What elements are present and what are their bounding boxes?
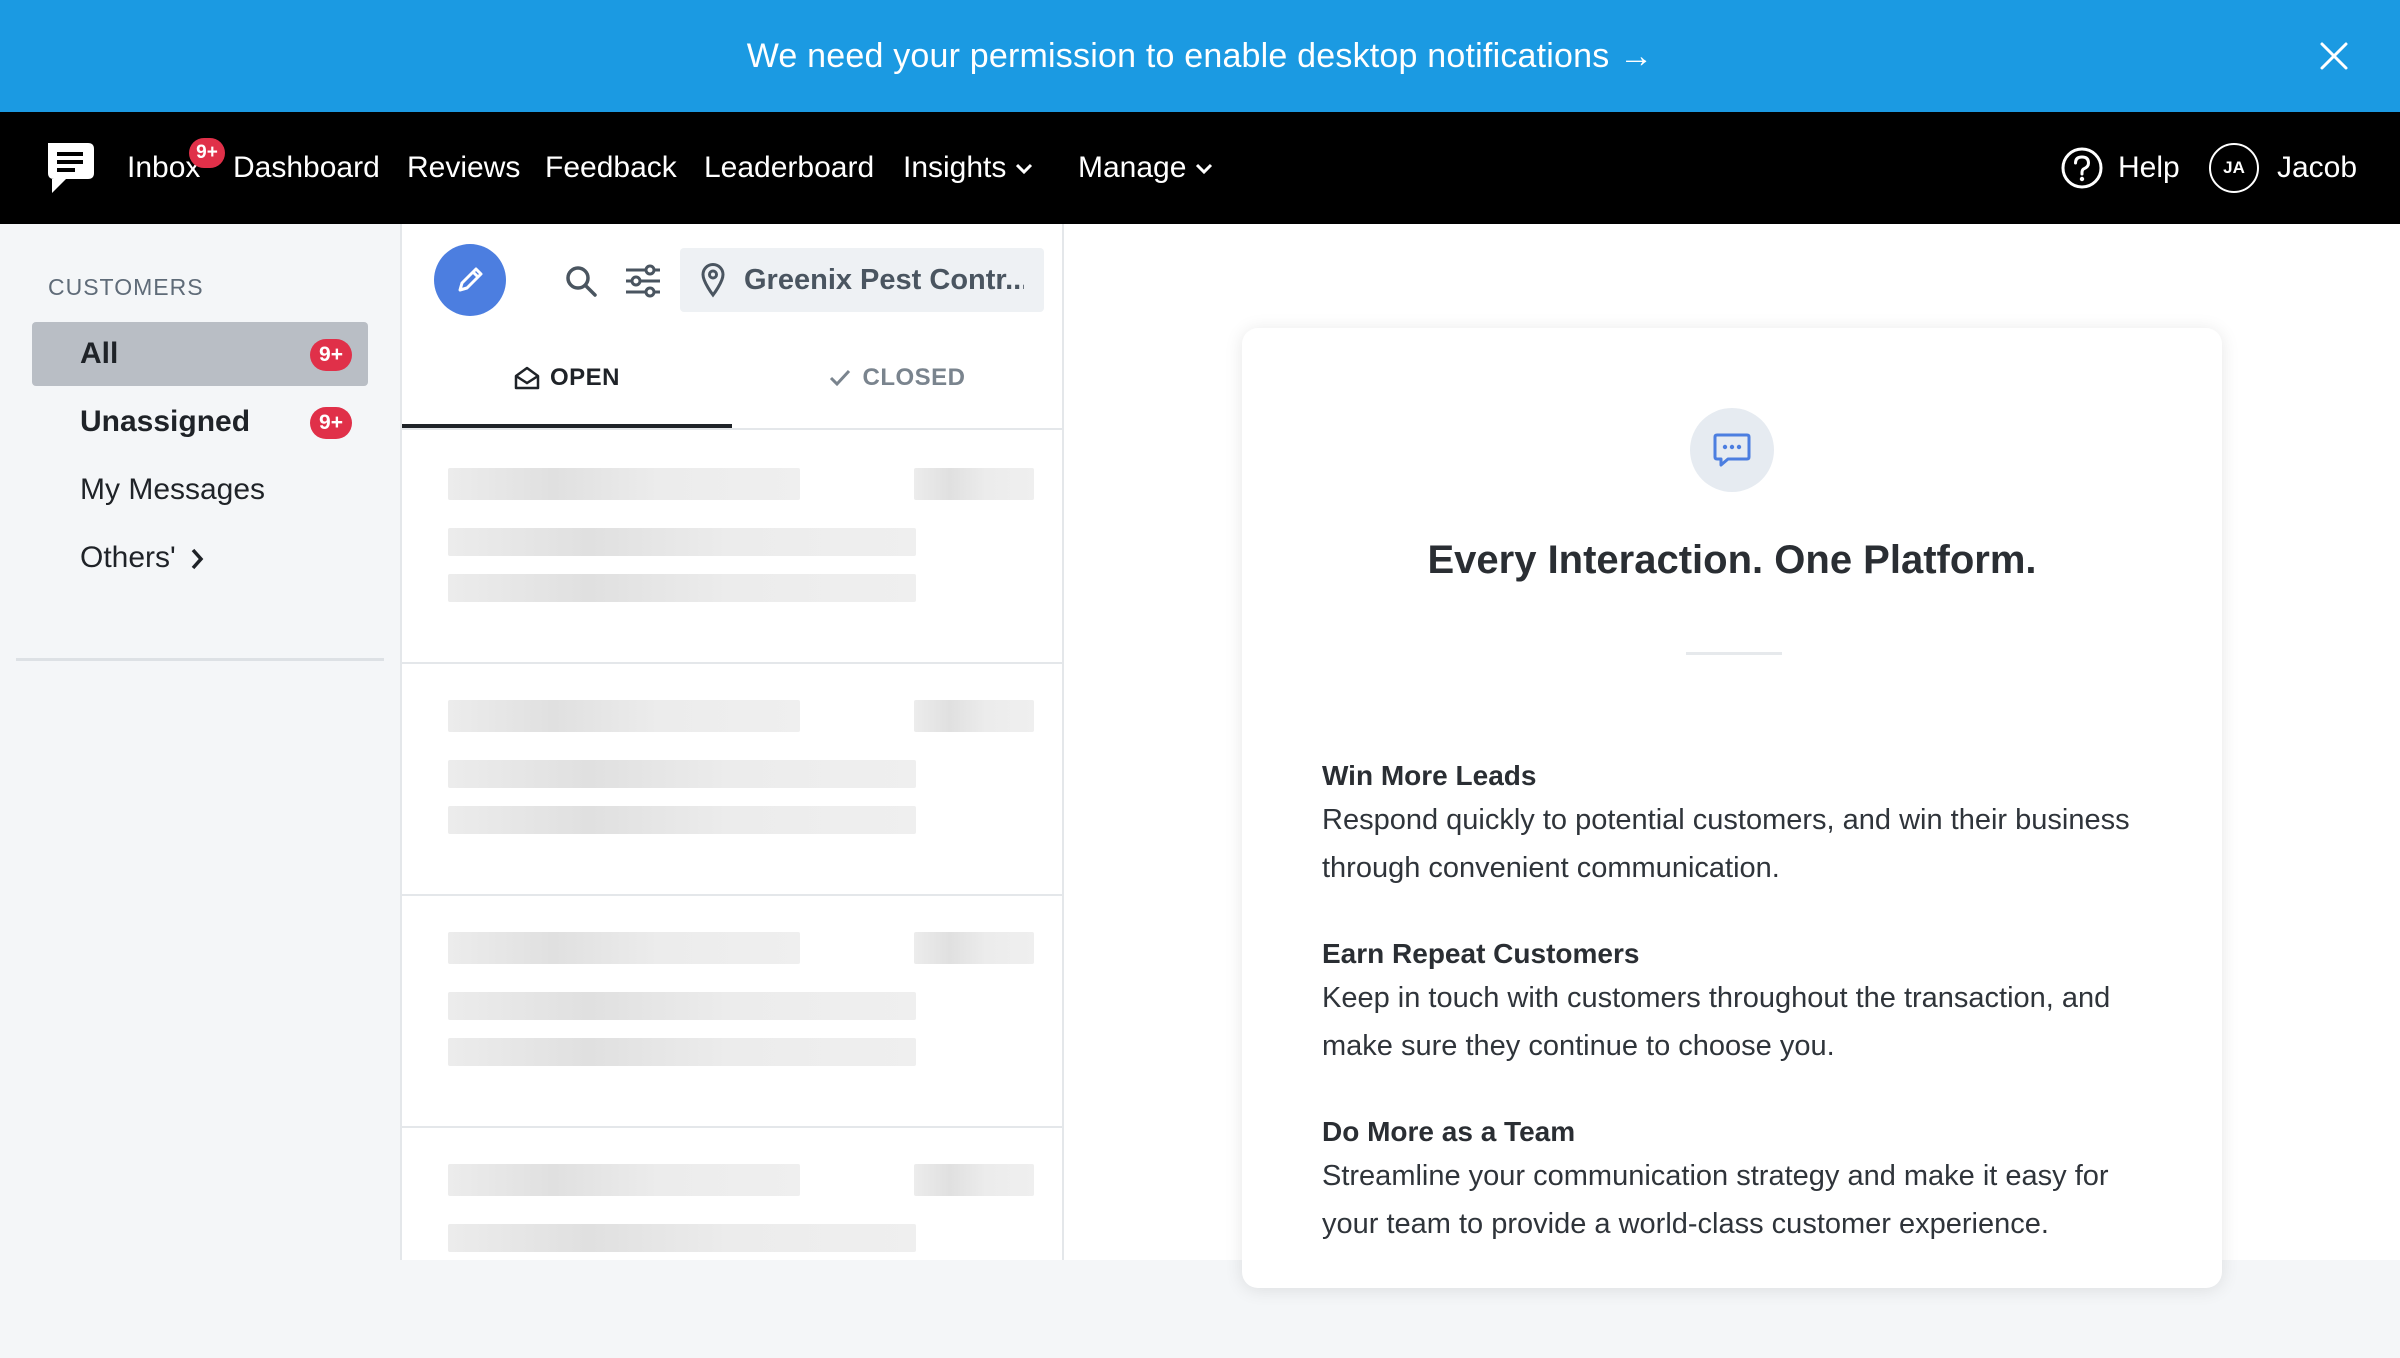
notification-banner: We need your permission to enable deskto… [0,0,2400,112]
skeleton-bar [914,468,1034,500]
nav-insights[interactable]: Insights [903,148,1034,188]
tab-closed-label: CLOSED [862,364,966,391]
skeleton-bar [448,468,800,500]
title-divider [1686,652,1782,655]
loading-row [402,662,1062,896]
welcome-panel: Every Interaction. One Platform. Win Mor… [1064,224,2400,1288]
open-envelope-icon [514,366,540,390]
nav-manage-label: Manage [1078,151,1187,184]
sidebar-item-label: Others' [80,540,208,576]
top-navigation: Inbox 9+ Dashboard Reviews Feedback Lead… [0,112,2400,224]
loading-row [402,1126,1062,1358]
feature-item: Win More Leads Respond quickly to potent… [1322,756,2162,892]
inbox-unread-badge: 9+ [189,138,225,168]
loading-row [402,430,1062,664]
chat-bubble-logo-icon[interactable] [44,139,96,199]
feature-title: Earn Repeat Customers [1322,938,1640,969]
feature-description: Streamline your communication strategy a… [1322,1160,2109,1240]
feature-item: Do More as a Team Streamline your commun… [1322,1112,2162,1248]
filter-sliders-icon[interactable] [624,264,662,298]
feature-item: Earn Repeat Customers Keep in touch with… [1322,934,2162,1070]
sidebar-heading: CUSTOMERS [48,274,204,300]
chevron-right-icon [191,548,204,570]
help-icon [2061,147,2103,189]
nav-dashboard[interactable]: Dashboard [233,148,380,188]
skeleton-bar [448,1224,916,1252]
pencil-icon [458,267,483,292]
nav-leaderboard[interactable]: Leaderboard [704,148,874,188]
unread-badge: 9+ [310,339,352,371]
nav-reviews[interactable]: Reviews [407,148,520,188]
feature-title: Win More Leads [1322,760,1537,791]
skeleton-bar [914,700,1034,732]
enable-notifications-link[interactable]: We need your permission to enable deskto… [747,37,1654,76]
skeleton-bar [448,932,800,964]
sidebar-item-label: My Messages [80,473,266,506]
skeleton-bar [448,992,916,1020]
skeleton-bar [448,574,916,602]
sidebar-item-all[interactable]: All 9+ [32,322,368,386]
skeleton-bar [448,528,916,556]
avatar: JA [2209,143,2259,193]
nav-feedback[interactable]: Feedback [545,148,677,188]
nav-insights-label: Insights [903,151,1007,184]
skeleton-bar [914,1164,1034,1196]
sidebar-item-my-messages[interactable]: My Messages [32,458,368,522]
chevron-down-icon [1196,164,1213,175]
feature-description: Keep in touch with customers throughout … [1322,982,2111,1062]
welcome-title: Every Interaction. One Platform. [1427,538,2037,582]
help-button[interactable]: Help [2060,144,2180,192]
skeleton-bar [448,700,800,732]
skeleton-bar [448,806,916,834]
sidebar-item-others[interactable]: Others' [32,526,368,590]
conversation-list-panel: Greenix Pest Contr... OPEN CLOSED [400,224,1064,1260]
sidebar-item-label: All [80,337,119,370]
message-dots-icon [1713,433,1751,467]
tab-open-label: OPEN [549,364,620,391]
location-pin-icon [701,263,725,298]
user-menu[interactable]: JA Jacob [2209,143,2357,193]
close-icon[interactable] [2316,38,2352,74]
location-selector[interactable]: Greenix Pest Contr... [680,248,1044,312]
skeleton-bar [448,760,916,788]
nav-manage[interactable]: Manage [1078,148,1214,188]
location-name: Greenix Pest Contr... [744,263,1024,296]
skeleton-bar [448,1038,916,1066]
skeleton-bar [914,932,1034,964]
others-label-text: Others' [80,541,176,574]
loading-row [402,894,1062,1128]
checkmark-icon [830,369,851,387]
skeleton-bar [448,1164,800,1196]
unread-badge: 9+ [310,407,352,439]
tab-open[interactable]: OPEN [402,342,732,414]
compose-button[interactable] [434,244,506,316]
sidebar-item-label: Unassigned [80,405,251,438]
sidebar-item-unassigned[interactable]: Unassigned 9+ [32,390,368,454]
search-icon[interactable] [564,264,598,298]
customers-sidebar: CUSTOMERS All 9+ Unassigned 9+ My Messag… [0,224,400,1260]
tab-closed[interactable]: CLOSED [732,342,1062,414]
user-name: Jacob [2277,151,2358,184]
feature-description: Respond quickly to potential customers, … [1322,804,2130,884]
sidebar-divider [16,658,384,661]
welcome-card: Every Interaction. One Platform. Win Mor… [1242,328,2222,1288]
chat-icon-circle [1690,408,1774,492]
help-label: Help [2118,151,2180,184]
chevron-down-icon [1016,164,1033,175]
feature-title: Do More as a Team [1322,1116,1576,1147]
